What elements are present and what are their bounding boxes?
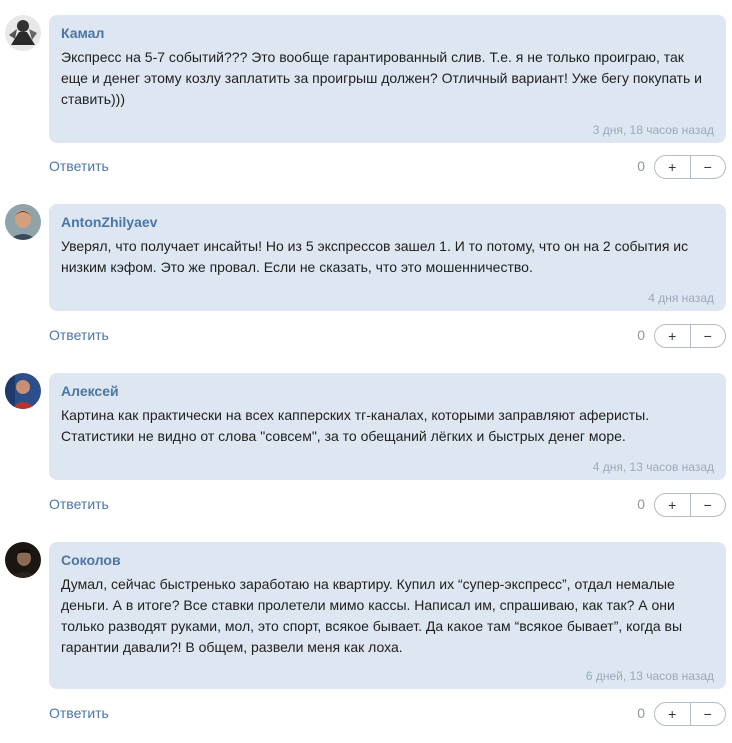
comment-text: Уверял, что получает инсайты! Но из 5 эк… <box>61 238 689 275</box>
vote-buttons: + − <box>654 324 726 348</box>
vote-score: 0 <box>637 327 645 343</box>
avatar[interactable] <box>5 373 41 409</box>
comment-author[interactable]: Алексей <box>61 382 714 400</box>
upvote-button[interactable]: + <box>655 494 691 516</box>
vote-buttons: + − <box>654 493 726 517</box>
avatar[interactable] <box>5 542 41 578</box>
downvote-button[interactable]: − <box>691 156 726 178</box>
comment-timestamp: 4 дня назад <box>648 291 714 305</box>
comment-bubble: AntonZhilyaev Уверял, что получает инсай… <box>49 204 726 311</box>
downvote-button[interactable]: − <box>691 494 726 516</box>
comment-timestamp: 6 дней, 13 часов назад <box>585 669 714 683</box>
avatar-photo-blue-icon <box>5 373 41 409</box>
upvote-button[interactable]: + <box>655 703 691 725</box>
reply-button[interactable]: Ответить <box>49 705 109 721</box>
comment-text: Думал, сейчас быстренько заработаю на кв… <box>61 576 683 655</box>
comment-timestamp: 4 дня, 13 часов назад <box>592 460 714 474</box>
vote-score: 0 <box>637 705 645 721</box>
comment-author[interactable]: Соколов <box>61 551 714 569</box>
comment-author[interactable]: Камал <box>61 24 714 42</box>
avatar-photo-man-icon <box>5 204 41 240</box>
avatar-photo-grayscale-icon <box>5 15 41 51</box>
reply-button[interactable]: Ответить <box>49 496 109 512</box>
comment-bubble: Камал Экспресс на 5-7 событий??? Это воо… <box>49 15 726 143</box>
vote-buttons: + − <box>654 155 726 179</box>
avatar-photo-dark-icon <box>5 542 41 578</box>
reply-button[interactable]: Ответить <box>49 327 109 343</box>
comment-timestamp: 3 дня, 18 часов назад <box>592 123 714 137</box>
vote-score: 0 <box>637 496 645 512</box>
comment-text: Экспресс на 5-7 событий??? Это вообще га… <box>61 49 702 107</box>
downvote-button[interactable]: − <box>691 703 726 725</box>
comment-author[interactable]: AntonZhilyaev <box>61 213 714 231</box>
comment-bubble: Алексей Картина как практически на всех … <box>49 373 726 480</box>
comment-bubble: Соколов Думал, сейчас быстренько заработ… <box>49 542 726 689</box>
avatar[interactable] <box>5 204 41 240</box>
downvote-button[interactable]: − <box>691 325 726 347</box>
reply-button[interactable]: Ответить <box>49 158 109 174</box>
vote-score: 0 <box>637 158 645 174</box>
upvote-button[interactable]: + <box>655 156 691 178</box>
upvote-button[interactable]: + <box>655 325 691 347</box>
comment-text: Картина как практически на всех капперск… <box>61 407 650 444</box>
avatar[interactable] <box>5 15 41 51</box>
vote-buttons: + − <box>654 702 726 726</box>
